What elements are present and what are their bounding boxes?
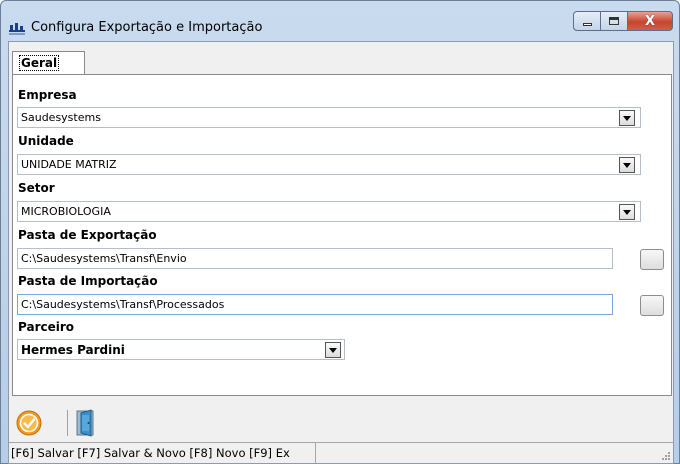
pasta-exportacao-browse-button[interactable] [640,249,664,270]
minimize-button[interactable] [573,11,600,31]
unidade-label: Unidade [18,134,74,148]
chevron-down-icon [623,209,631,215]
empresa-dropdown-button[interactable] [619,110,635,126]
resize-grip-icon[interactable] [661,451,671,461]
confirm-icon[interactable] [16,410,42,436]
pasta-importacao-input[interactable]: C:\Saudesystems\Transf\Processados [17,294,613,315]
maximize-button[interactable] [600,11,627,31]
pasta-importacao-browse-button[interactable] [640,295,664,316]
window-title: Configura Exportação e Importação [31,20,263,35]
caption-buttons: X [573,11,673,31]
toolbar-separator [67,410,68,436]
app-window: Configura Exportação e Importação X Gera… [0,0,680,464]
parceiro-select[interactable]: Hermes Pardini [17,339,345,360]
close-icon: X [644,13,656,29]
empresa-select[interactable]: Saudesystems [17,107,641,128]
unidade-select[interactable]: UNIDADE MATRIZ [17,154,641,175]
exit-door-icon[interactable] [72,408,100,438]
minimize-icon [582,22,592,26]
pasta-importacao-label: Pasta de Importação [18,274,158,288]
close-button[interactable]: X [627,11,673,31]
app-icon [9,23,25,35]
setor-select[interactable]: MICROBIOLOGIA [17,201,641,222]
chevron-down-icon [623,162,631,168]
maximize-icon [609,17,619,25]
tab-panel-geral: Empresa Saudesystems Unidade UNIDADE MAT… [12,74,672,396]
chevron-down-icon [623,115,631,121]
chevron-down-icon [329,347,337,353]
title-bar[interactable]: Configura Exportação e Importação X [1,1,679,41]
parceiro-dropdown-button[interactable] [325,342,341,358]
unidade-dropdown-button[interactable] [619,157,635,173]
empresa-label: Empresa [18,88,77,102]
status-shortcuts-text: [F6] Salvar [F7] Salvar & Novo [F8] Novo… [9,443,316,463]
parceiro-label: Parceiro [18,320,75,334]
tab-geral[interactable]: Geral [12,51,85,75]
status-bar: [F6] Salvar [F7] Salvar & Novo [F8] Novo… [9,442,673,463]
client-area: Geral Empresa Saudesystems Unidade UNIDA… [8,41,674,464]
pasta-exportacao-label: Pasta de Exportação [18,228,157,242]
setor-dropdown-button[interactable] [619,204,635,220]
pasta-exportacao-input[interactable]: C:\Saudesystems\Transf\Envio [17,248,613,269]
tab-geral-label: Geral [19,55,60,71]
setor-label: Setor [18,181,55,195]
